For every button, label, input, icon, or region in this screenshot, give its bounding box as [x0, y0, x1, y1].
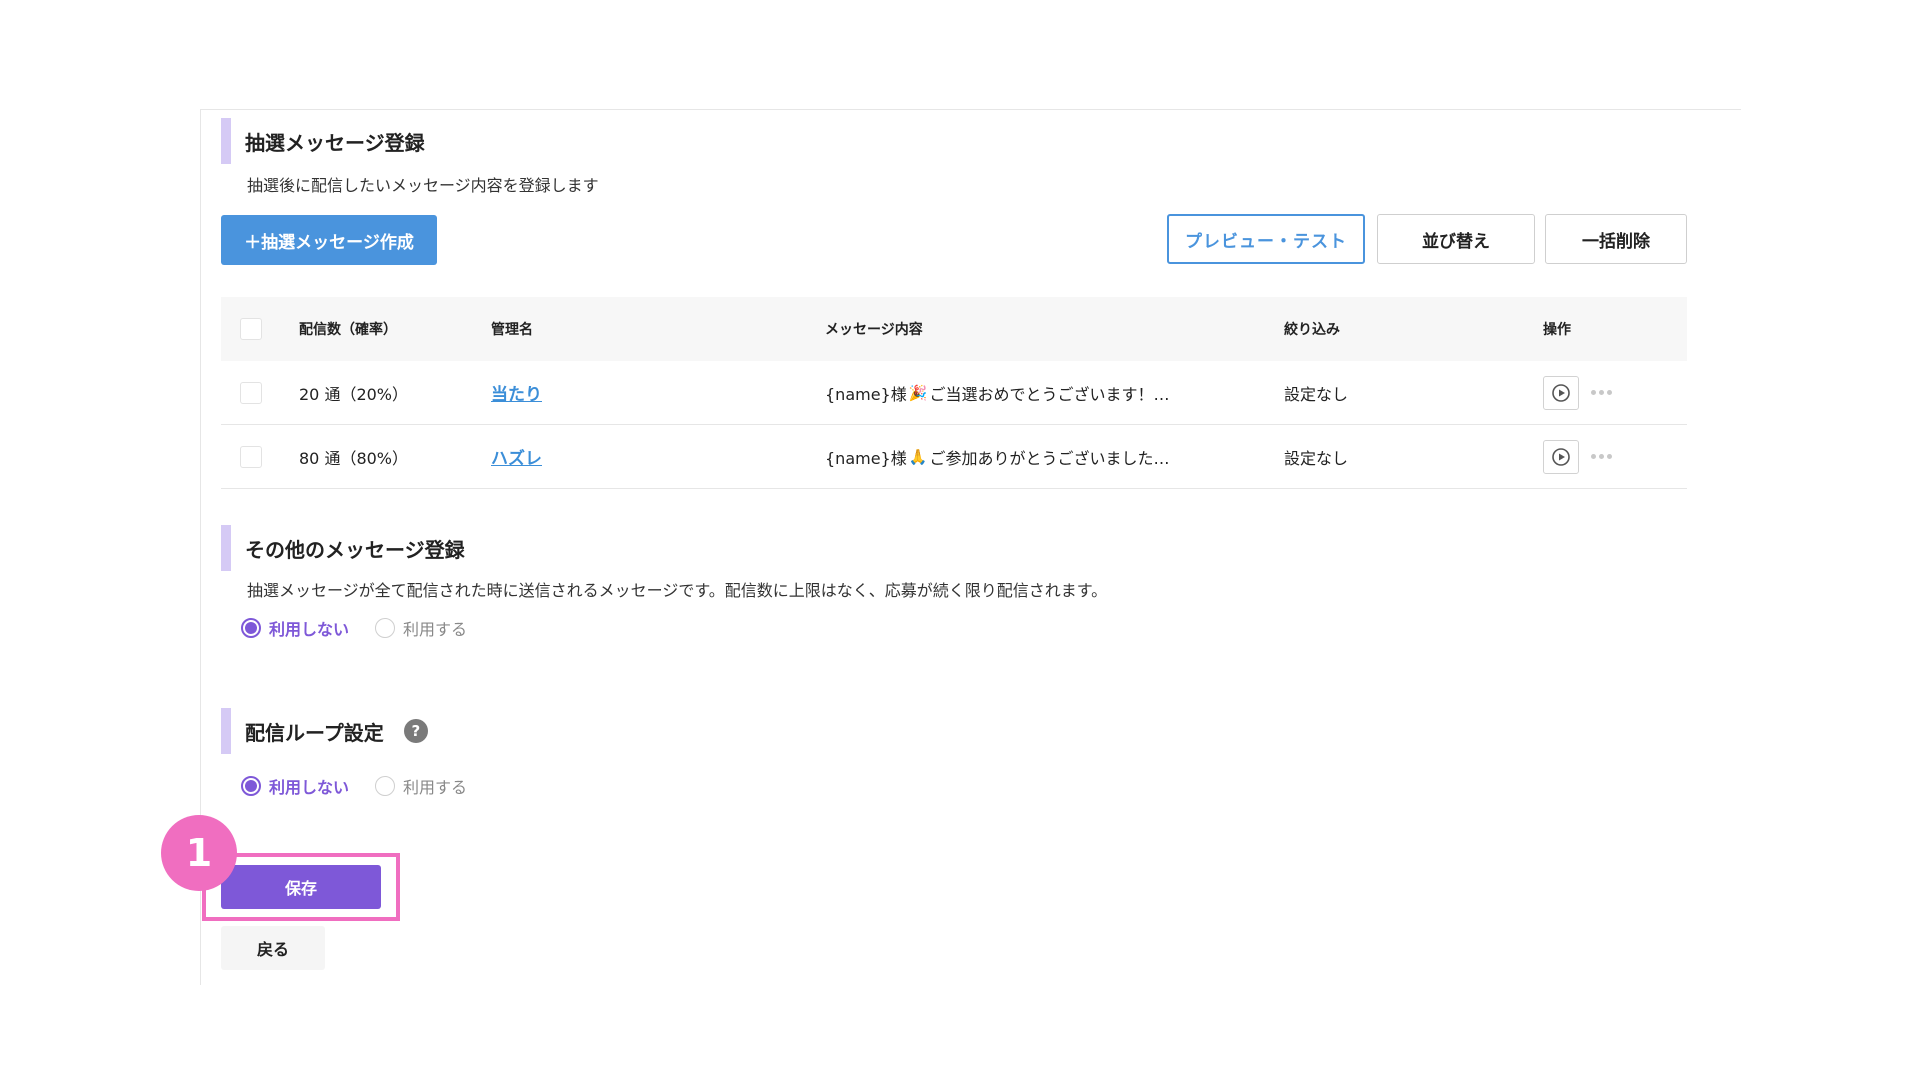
save-button[interactable]: 保存 — [221, 865, 381, 909]
row-name-link[interactable]: 当たり — [491, 380, 542, 405]
preview-play-button[interactable] — [1543, 439, 1579, 474]
radio-selected[interactable] — [241, 618, 261, 638]
section-accent-bar — [221, 118, 231, 164]
radio-label: 利用する — [403, 620, 468, 639]
radio-label: 利用する — [403, 778, 468, 797]
bulk-delete-button[interactable]: 一括削除 — [1545, 214, 1687, 264]
section-accent-bar — [221, 708, 231, 754]
play-circle-icon — [1552, 383, 1570, 402]
row-count: 80 通（80%） — [299, 448, 409, 468]
preview-play-button[interactable] — [1543, 375, 1579, 410]
radio-unselected[interactable] — [375, 776, 396, 796]
row-checkbox[interactable] — [240, 381, 262, 404]
row-ops — [1543, 361, 1612, 424]
other-messages-on-option[interactable]: 利用する — [375, 616, 467, 640]
row-content-text: ご参加ありがとうございました… — [929, 448, 1170, 468]
party-icon: 🎉 — [908, 383, 928, 402]
header-filter: 絞り込み — [1284, 322, 1340, 338]
table-row: 80 通（80%） ハズレ {name}様 🙏 ご参加ありがとうございました… 設定… — [221, 425, 1687, 489]
row-name-link[interactable]: ハズレ — [491, 444, 542, 469]
loop-setting-off-option[interactable]: 利用しない — [241, 774, 349, 798]
row-filter: 設定なし — [1284, 384, 1349, 404]
table-row: 20 通（20%） 当たり {name}様 🎉 ご当選おめでとうございます！… 設定… — [221, 361, 1687, 425]
row-ops — [1543, 425, 1612, 488]
loop-setting-section-header: 配信ループ設定 ? — [221, 708, 428, 754]
row-checkbox[interactable] — [240, 445, 262, 468]
row-content: {name}様 🎉 ご当選おめでとうございます！… — [825, 361, 1169, 424]
header-ops: 操作 — [1543, 322, 1571, 338]
row-content: {name}様 🙏 ご参加ありがとうございました… — [825, 425, 1169, 488]
settings-panel: 抽選メッセージ登録 抽選後に配信したいメッセージ内容を登録します ＋抽選メッセー… — [161, 109, 1741, 985]
more-horizontal-icon[interactable] — [1591, 454, 1612, 459]
loop-setting-on-option[interactable]: 利用する — [375, 774, 467, 798]
sort-button[interactable]: 並び替え — [1377, 214, 1535, 264]
preview-test-button[interactable]: プレビュー・テスト — [1167, 214, 1365, 264]
back-button[interactable]: 戻る — [221, 926, 325, 970]
header-name: 管理名 — [491, 322, 533, 338]
play-circle-icon — [1552, 447, 1570, 466]
help-circle-icon[interactable]: ? — [403, 719, 428, 743]
row-content-text: ご当選おめでとうございます！… — [929, 384, 1170, 404]
row-count: 20 通（20%） — [299, 384, 409, 404]
other-messages-radio-group: 利用しない 利用する — [241, 616, 493, 640]
lottery-section-title: 抽選メッセージ登録 — [245, 130, 425, 155]
pray-icon: 🙏 — [908, 447, 928, 466]
lottery-section-header: 抽選メッセージ登録 — [221, 118, 425, 164]
step-number-badge: 1 — [161, 815, 237, 891]
row-filter: 設定なし — [1284, 448, 1349, 468]
row-content-prefix: {name}様 — [825, 448, 907, 468]
other-messages-section-header: その他のメッセージ登録 — [221, 525, 465, 571]
header-count: 配信数（確率） — [299, 322, 397, 338]
lottery-section-description: 抽選後に配信したいメッセージ内容を登録します — [247, 176, 599, 195]
other-messages-off-option[interactable]: 利用しない — [241, 616, 349, 640]
select-all-checkbox[interactable] — [240, 318, 262, 340]
loop-setting-section-title: 配信ループ設定 — [245, 720, 384, 745]
radio-label: 利用しない — [269, 620, 350, 639]
header-content: メッセージ内容 — [825, 322, 923, 338]
create-lottery-message-button[interactable]: ＋抽選メッセージ作成 — [221, 215, 437, 265]
other-messages-section-title: その他のメッセージ登録 — [245, 537, 465, 562]
section-accent-bar — [221, 525, 231, 571]
other-messages-description: 抽選メッセージが全て配信された時に送信されるメッセージです。配信数に上限はなく、… — [247, 581, 1108, 600]
radio-selected[interactable] — [241, 776, 261, 796]
loop-setting-radio-group: 利用しない 利用する — [241, 774, 493, 798]
row-content-prefix: {name}様 — [825, 384, 907, 404]
radio-unselected[interactable] — [375, 618, 396, 638]
radio-label: 利用しない — [269, 778, 350, 797]
lottery-message-table: 配信数（確率） 管理名 メッセージ内容 絞り込み 操作 20 通（20%） 当た… — [221, 297, 1687, 489]
more-horizontal-icon[interactable] — [1591, 390, 1612, 395]
table-header-row: 配信数（確率） 管理名 メッセージ内容 絞り込み 操作 — [221, 297, 1687, 361]
